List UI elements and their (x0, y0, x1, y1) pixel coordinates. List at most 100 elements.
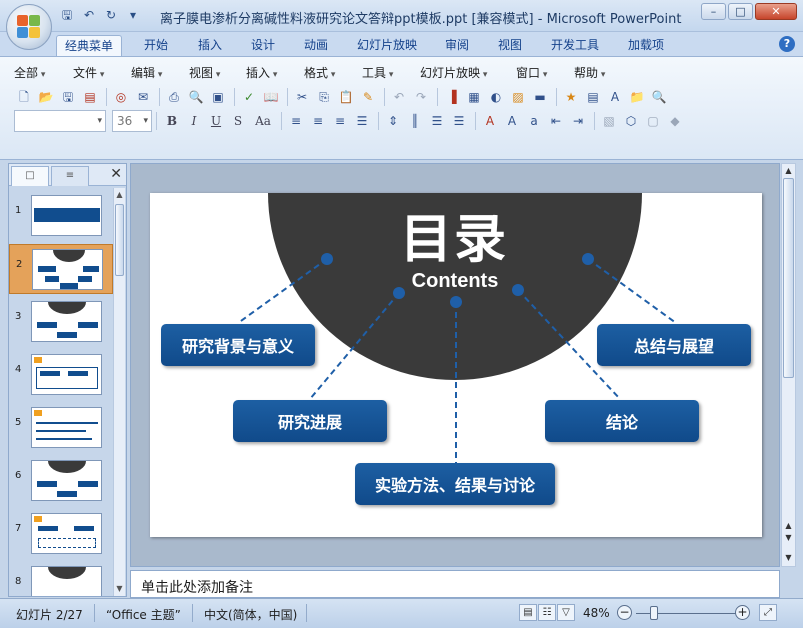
line-spacing-icon[interactable]: ⇕ (383, 111, 403, 131)
close-panel-icon[interactable]: ✕ (110, 166, 122, 182)
thumbnail-item[interactable]: 7 (9, 509, 113, 559)
bullets-icon[interactable]: ☰ (449, 111, 469, 131)
tab-design[interactable]: 设计 (243, 35, 283, 56)
align-right-icon[interactable]: ≡ (330, 111, 350, 131)
redo-icon[interactable]: ↷ (411, 87, 431, 107)
toc-box-methods[interactable]: 实验方法、结果与讨论 (355, 463, 555, 505)
undo-icon[interactable]: ↶ (389, 87, 409, 107)
align-center-icon[interactable]: ≡ (308, 111, 328, 131)
arrange-icon[interactable]: ▧ (599, 111, 619, 131)
research-icon[interactable]: 📖 (261, 87, 281, 107)
thumbnail-item[interactable]: 5 (9, 403, 113, 453)
font-name-combo[interactable] (14, 110, 106, 132)
menu-window[interactable]: 窗口 (516, 64, 574, 81)
increase-indent-icon[interactable]: ⇥ (568, 111, 588, 131)
menu-all[interactable]: 全部 (14, 64, 73, 81)
clipart-icon[interactable]: ◐ (486, 87, 506, 107)
print-icon[interactable]: ⎙ (164, 87, 184, 107)
align-left-icon[interactable]: ≡ (286, 111, 306, 131)
copy-icon[interactable]: ⎘ (314, 87, 334, 107)
table-icon[interactable]: ▦ (464, 87, 484, 107)
decrease-indent-icon[interactable]: ⇤ (546, 111, 566, 131)
customize-qat-icon[interactable]: ▾ (124, 7, 142, 23)
menu-tools[interactable]: 工具 (362, 64, 420, 81)
font-color-icon[interactable]: A (480, 111, 500, 131)
shadow-icon[interactable]: S (227, 111, 249, 131)
language-indicator[interactable]: 中文(简体，中国) (204, 606, 297, 623)
next-slide-icon[interactable]: ▼ (782, 532, 795, 544)
bold-icon[interactable]: B (161, 111, 183, 131)
redo-icon[interactable]: ↻ (102, 7, 120, 23)
view-icon[interactable]: ▣ (208, 87, 228, 107)
slideshow-view-icon[interactable]: ▽ (557, 604, 575, 621)
slide-title[interactable]: 目录 (379, 197, 529, 272)
zoom-slider-knob[interactable] (650, 606, 658, 620)
scroll-up-icon[interactable]: ▲ (782, 165, 795, 177)
toc-box-background[interactable]: 研究背景与意义 (161, 324, 315, 366)
font-size-combo[interactable]: 36 (112, 110, 152, 132)
format-painter-icon[interactable]: ✎ (358, 87, 378, 107)
tab-slides-thumbnails[interactable]: □ (11, 166, 49, 186)
tab-insert[interactable]: 插入 (190, 35, 230, 56)
change-case-icon[interactable]: Aa (249, 111, 277, 131)
tab-outline[interactable]: ≡ (51, 166, 89, 186)
columns-icon[interactable]: ║ (405, 111, 425, 131)
color-icon[interactable]: ▬ (530, 87, 550, 107)
tab-review[interactable]: 审阅 (437, 35, 477, 56)
permission-icon[interactable]: ◎ (111, 87, 131, 107)
layout-icon[interactable]: ▤ (583, 87, 603, 107)
scrollbar-thumb[interactable] (115, 204, 124, 276)
minimize-button[interactable]: – (701, 3, 726, 20)
scroll-down-icon[interactable]: ▼ (114, 583, 125, 595)
tab-home[interactable]: 开始 (136, 35, 176, 56)
undo-icon[interactable]: ↶ (80, 7, 98, 23)
cut-icon[interactable]: ✂ (292, 87, 312, 107)
folder-icon[interactable]: 📁 (627, 87, 647, 107)
paste-icon[interactable]: 📋 (336, 87, 356, 107)
thumbnail-item[interactable]: 4 (9, 350, 113, 400)
justify-icon[interactable]: ☰ (352, 111, 372, 131)
shrink-font-icon[interactable]: a (524, 111, 544, 131)
thumbnail-item-selected[interactable]: 2 (9, 244, 113, 294)
spelling-icon[interactable]: ✓ (239, 87, 259, 107)
office-button[interactable] (6, 4, 52, 50)
menu-slideshow[interactable]: 幻灯片放映 (420, 64, 516, 81)
menu-file[interactable]: 文件 (73, 64, 131, 81)
tab-developer[interactable]: 开发工具 (543, 35, 607, 56)
scroll-down-icon[interactable]: ▼ (782, 552, 795, 564)
menu-insert[interactable]: 插入 (246, 64, 304, 81)
zoom-out-icon[interactable]: − (617, 605, 632, 620)
tab-addins[interactable]: 加载项 (620, 35, 672, 56)
picture-icon[interactable]: ▨ (508, 87, 528, 107)
toc-box-progress[interactable]: 研究进展 (233, 400, 387, 442)
shape-fill-icon[interactable]: ◆ (665, 111, 685, 131)
menu-view[interactable]: 视图 (189, 64, 246, 81)
email-icon[interactable]: ✉ (133, 87, 153, 107)
numbering-icon[interactable]: ☰ (427, 111, 447, 131)
slide-subtitle[interactable]: Contents (380, 270, 530, 293)
menu-format[interactable]: 格式 (304, 64, 362, 81)
maximize-button[interactable]: □ (728, 3, 753, 20)
notes-pane[interactable]: 单击此处添加备注 (130, 570, 780, 598)
italic-icon[interactable]: I (183, 111, 205, 131)
find-icon[interactable]: 🔍 (649, 87, 669, 107)
tab-classic-menu[interactable]: 经典菜单 (56, 35, 123, 56)
toc-box-conclusion[interactable]: 结论 (545, 400, 699, 442)
scrollbar-thumb[interactable] (783, 178, 794, 378)
tab-slideshow[interactable]: 幻灯片放映 (349, 35, 425, 56)
tab-animations[interactable]: 动画 (296, 35, 336, 56)
toc-box-summary[interactable]: 总结与展望 (597, 324, 751, 366)
new-icon[interactable]: 🗋 (14, 87, 34, 107)
previous-slide-icon[interactable]: ▲ (782, 520, 795, 532)
close-button[interactable]: ✕ (755, 3, 797, 20)
slide-sorter-icon[interactable]: ☷ (538, 604, 556, 621)
print-preview-icon[interactable]: 🔍 (186, 87, 206, 107)
pdf-icon[interactable]: ▤ (80, 87, 100, 107)
menu-edit[interactable]: 编辑 (131, 64, 189, 81)
theme-name[interactable]: “Office 主题” (106, 606, 181, 623)
normal-view-icon[interactable]: ▤ (519, 604, 537, 621)
quick-styles-icon[interactable]: ▢ (643, 111, 663, 131)
thumbnail-item[interactable]: 1 (9, 191, 113, 241)
fit-to-window-icon[interactable]: ⤢ (759, 604, 777, 621)
textbox-icon[interactable]: A (605, 87, 625, 107)
